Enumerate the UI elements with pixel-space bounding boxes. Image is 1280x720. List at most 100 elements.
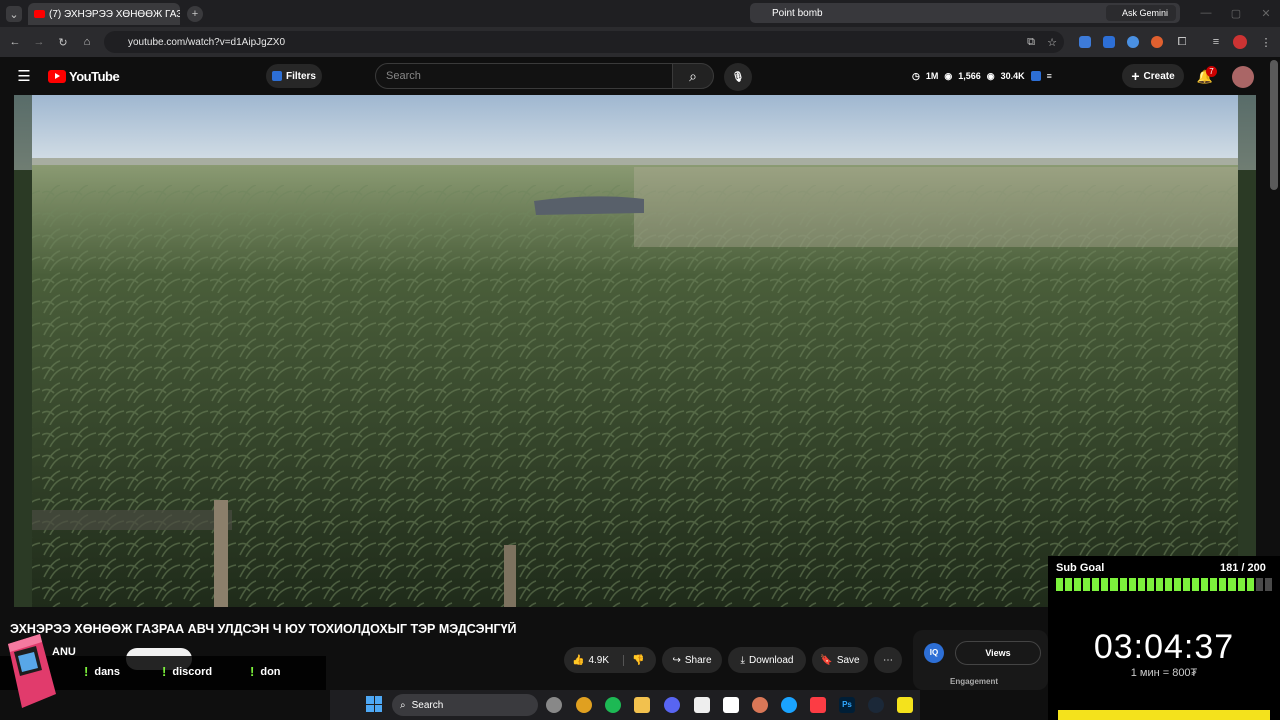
youtube-favicon-icon	[34, 10, 45, 18]
new-tab-button[interactable]: +	[187, 6, 203, 22]
file-explorer-icon[interactable]	[634, 697, 650, 713]
eye-icon: ◉	[944, 70, 953, 81]
taskbar-search-box[interactable]: ⌕ Search	[392, 694, 538, 716]
cast-icon[interactable]: ⧉	[1024, 35, 1038, 49]
video-player[interactable]	[14, 95, 1256, 607]
progress-segment	[1056, 578, 1064, 591]
tab-search-icon[interactable]: ⌄	[6, 6, 22, 22]
progress-segment	[1101, 578, 1109, 591]
chat-command-label: don	[260, 665, 281, 678]
save-label: Save	[836, 654, 860, 666]
chat-command-label: dans	[94, 665, 121, 678]
thumbs-up-icon[interactable]: 👍	[572, 655, 584, 666]
progress-segment	[1128, 578, 1136, 591]
extension-icon[interactable]	[1151, 36, 1163, 48]
ask-gemini-button[interactable]: Ask Gemini	[1106, 5, 1176, 21]
profile-avatar[interactable]	[1233, 35, 1247, 49]
like-count[interactable]: 4.9K	[588, 655, 609, 666]
steam-icon[interactable]	[868, 697, 884, 713]
more-dots-icon: ⋯	[883, 654, 893, 666]
maximize-icon[interactable]: ▢	[1226, 5, 1246, 21]
page-scrollbar[interactable]	[1270, 60, 1278, 190]
download-label: Download	[748, 654, 794, 666]
window-title: Point bomb	[772, 7, 823, 19]
ask-gemini-label: Ask Gemini	[1122, 8, 1169, 18]
minimize-icon[interactable]: —	[1196, 5, 1216, 21]
forward-icon[interactable]: →	[32, 35, 46, 49]
youtube-logo-icon[interactable]	[48, 70, 66, 83]
chat-command-item: ! discord	[162, 664, 212, 679]
taskbar-search-label: Search	[411, 699, 444, 711]
plus-icon: +	[1131, 68, 1140, 84]
sub-goal-progress-bar	[1056, 578, 1272, 591]
progress-segment	[1110, 578, 1118, 591]
extension-icon[interactable]	[1079, 36, 1091, 48]
close-window-icon[interactable]: ✕	[1256, 5, 1276, 21]
progress-segment	[1146, 578, 1154, 591]
share-button[interactable]: ↪ Share	[662, 647, 722, 673]
stat-subscribers: 1M	[925, 71, 939, 81]
extensions-puzzle-icon[interactable]: ⧠	[1175, 35, 1189, 49]
progress-segment	[1174, 578, 1182, 591]
progress-segment	[1119, 578, 1127, 591]
menu-dots-icon[interactable]: ⋮	[1259, 35, 1273, 49]
progress-segment	[1092, 578, 1100, 591]
voice-search-microphone-icon[interactable]: 🎙	[724, 63, 752, 91]
spotify-icon[interactable]	[605, 697, 621, 713]
progress-segment	[1219, 578, 1227, 591]
bookmark-star-icon[interactable]: ☆	[1045, 35, 1059, 49]
search-icon: ⌕	[400, 699, 406, 711]
browser-tab-active[interactable]: (7) ЭХНЭРЭЭ ХӨНӨӨЖ ГАЗ 🔈 ✕	[28, 3, 180, 25]
app-icon[interactable]	[897, 697, 913, 713]
account-avatar[interactable]	[1232, 66, 1254, 88]
thumbs-down-icon[interactable]: 👎	[623, 654, 644, 666]
search-placeholder: Search	[386, 70, 421, 82]
create-button[interactable]: + Create	[1122, 64, 1184, 88]
save-button[interactable]: 🔖 Save	[812, 647, 868, 673]
extension-icon[interactable]	[1127, 36, 1139, 48]
reload-icon[interactable]: ↻	[56, 35, 70, 49]
capcut-icon[interactable]	[694, 697, 710, 713]
exclamation-icon: !	[84, 664, 89, 679]
timer-accent-bar	[1058, 710, 1270, 720]
video-title: ЭХНЭРЭЭ ХӨНӨӨЖ ГАЗРАА АВЧ УЛДСЭН Ч ЮУ ТО…	[10, 622, 517, 636]
notion-icon[interactable]	[723, 697, 739, 713]
filters-button[interactable]: Filters	[266, 64, 322, 88]
filters-icon	[271, 71, 282, 81]
sort-icon[interactable]: ≡	[1047, 71, 1052, 81]
home-icon[interactable]: ⌂	[80, 35, 94, 49]
youtube-logo-text[interactable]: YouTube	[69, 69, 120, 84]
hamburger-menu-icon[interactable]: ☰	[16, 68, 32, 85]
claude-icon[interactable]	[752, 697, 768, 713]
arcade-machine-icon	[0, 624, 56, 710]
search-input[interactable]: Search	[375, 63, 673, 89]
music-icon[interactable]	[810, 697, 826, 713]
extension-icon[interactable]	[1030, 71, 1041, 81]
filters-label: Filters	[285, 70, 316, 82]
download-button[interactable]: ⤓ Download	[728, 647, 806, 673]
more-actions-button[interactable]: ⋯	[874, 647, 902, 673]
extension-icon[interactable]	[1103, 36, 1115, 48]
chrome-icon[interactable]	[576, 697, 592, 713]
progress-segment	[1192, 578, 1200, 591]
discord-icon[interactable]	[664, 697, 680, 713]
tab-title: (7) ЭХНЭРЭЭ ХӨНӨӨЖ ГАЗ	[49, 8, 180, 20]
back-icon[interactable]: ←	[8, 35, 22, 49]
chat-command-label: discord	[172, 665, 213, 678]
obs-icon[interactable]	[546, 697, 562, 713]
edge-icon[interactable]	[781, 697, 797, 713]
chat-command-item: ! dans	[84, 664, 120, 679]
views-tab[interactable]: Views	[955, 641, 1041, 665]
reading-list-icon[interactable]: ≡	[1209, 35, 1223, 49]
search-button[interactable]: ⌕	[672, 63, 714, 89]
progress-segment	[1264, 578, 1272, 591]
engagement-label: Engagement	[950, 677, 999, 686]
photoshop-icon[interactable]: Ps	[839, 697, 855, 713]
create-label: Create	[1143, 70, 1175, 82]
windows-start-icon[interactable]	[366, 696, 382, 712]
progress-segment	[1201, 578, 1209, 591]
progress-segment	[1228, 578, 1236, 591]
address-input[interactable]: youtube.com/watch?v=d1AipJgZX0	[104, 31, 1064, 53]
url-text: youtube.com/watch?v=d1AipJgZX0	[128, 36, 286, 48]
progress-segment	[1155, 578, 1163, 591]
